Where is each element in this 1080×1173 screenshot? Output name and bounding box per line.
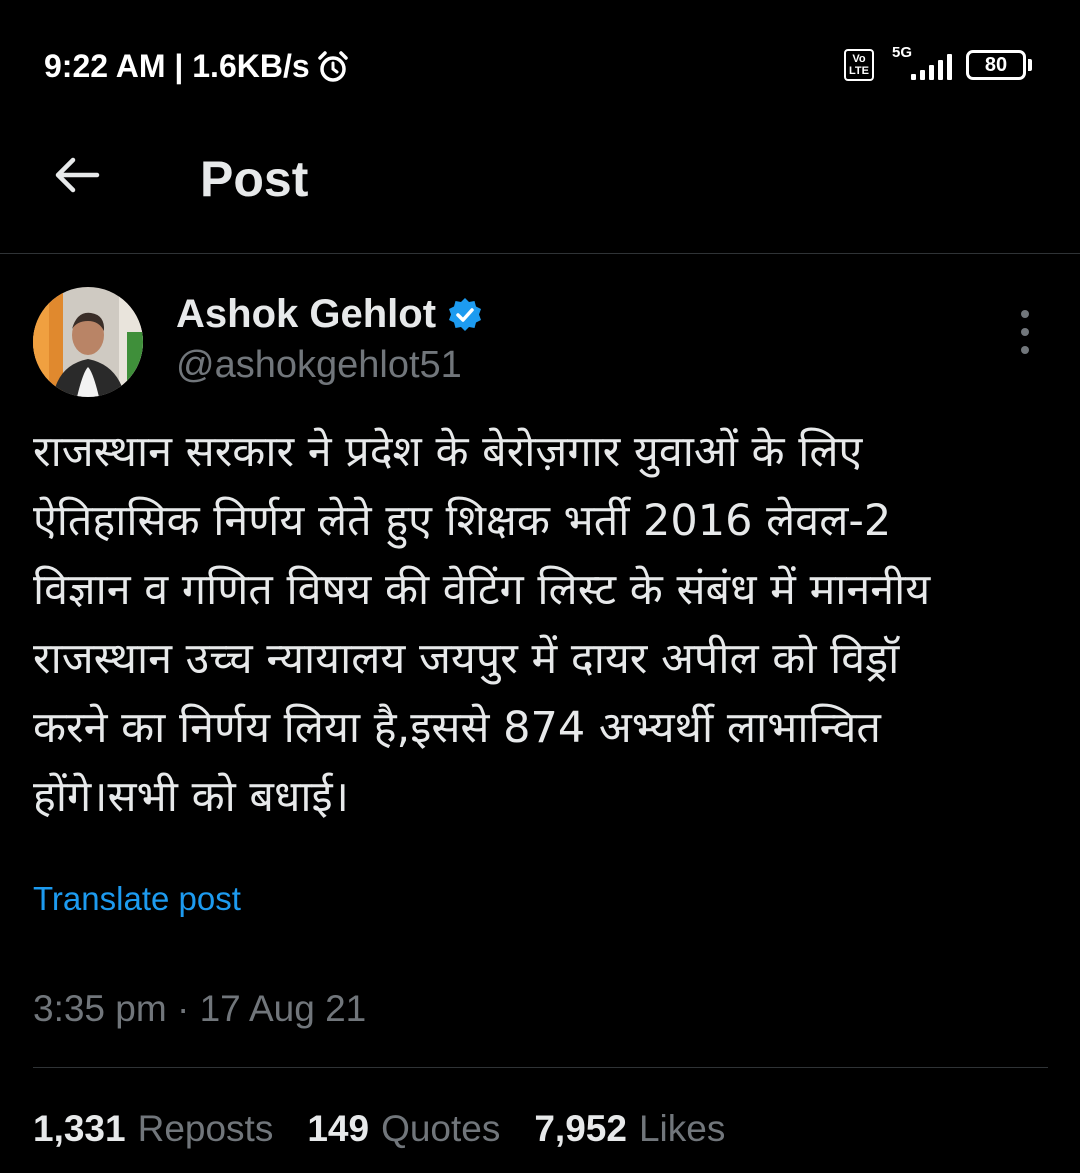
volte-top-label: Vo	[852, 53, 866, 65]
signal-bars	[911, 54, 952, 80]
reposts-stat[interactable]: 1,331 Reposts	[33, 1108, 273, 1150]
reposts-count: 1,331	[33, 1108, 126, 1149]
likes-count: 7,952	[534, 1108, 627, 1149]
network-type-label: 5G	[892, 44, 913, 61]
battery-icon: 80	[966, 50, 1032, 80]
post-text: राजस्थान सरकार ने प्रदेश के बेरोज़गार यु…	[33, 427, 931, 822]
volte-icon: Vo LTE	[844, 49, 874, 81]
volte-bottom-label: LTE	[849, 65, 869, 77]
author-name-row[interactable]: Ashok Gehlot	[176, 292, 484, 337]
post-timestamp[interactable]: 3:35 pm · 17 Aug 21	[33, 988, 366, 1030]
author-handle[interactable]: @ashokgehlot51	[176, 344, 462, 387]
verified-badge-icon	[446, 296, 484, 334]
alarm-icon	[316, 50, 350, 84]
avatar[interactable]	[33, 287, 143, 397]
likes-stat[interactable]: 7,952 Likes	[534, 1108, 725, 1150]
more-dot-icon	[1021, 346, 1029, 354]
post-header: Post	[0, 130, 1080, 254]
quotes-stat[interactable]: 149 Quotes	[307, 1108, 500, 1150]
status-bar: 9:22 AM | 1.6KB/s Vo LTE 5G 80	[0, 0, 1080, 130]
battery-level: 80	[966, 50, 1026, 80]
divider	[33, 1067, 1048, 1068]
quotes-label: Quotes	[381, 1108, 501, 1149]
status-left: 9:22 AM | 1.6KB/s	[44, 48, 350, 85]
page-title: Post	[200, 151, 309, 207]
more-dot-icon	[1021, 310, 1029, 318]
likes-label: Likes	[638, 1108, 726, 1149]
status-right: Vo LTE 5G 80	[844, 44, 1032, 82]
back-button[interactable]	[52, 150, 102, 200]
arrow-left-icon	[55, 157, 100, 193]
author-name[interactable]: Ashok Gehlot	[176, 292, 436, 337]
signal-icon: 5G	[888, 44, 952, 82]
more-dot-icon	[1021, 328, 1029, 336]
more-options-button[interactable]	[1010, 310, 1040, 354]
engagement-stats: 1,331 Reposts 149 Quotes 7,952 Likes	[33, 1108, 725, 1150]
quotes-count: 149	[307, 1108, 370, 1149]
translate-post-link[interactable]: Translate post	[33, 880, 241, 918]
reposts-label: Reposts	[137, 1108, 274, 1149]
status-time-speed: 9:22 AM | 1.6KB/s	[44, 48, 310, 84]
